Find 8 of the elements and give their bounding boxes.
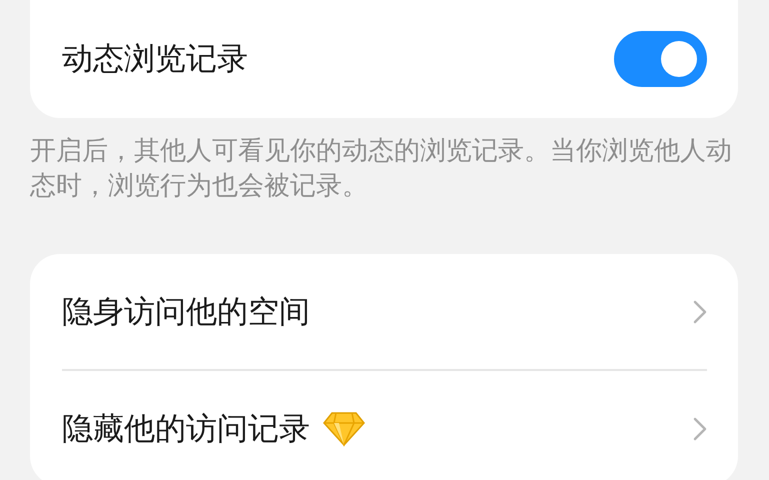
row-label: 隐藏他的访问记录 bbox=[62, 410, 310, 448]
chevron-right-icon bbox=[693, 300, 707, 324]
row-label: 隐身访问他的空间 bbox=[62, 292, 310, 332]
settings-row[interactable]: 隐藏他的访问记录 bbox=[62, 369, 707, 480]
description-text: 开启后，其他人可看见你的动态的浏览记录。当你浏览他人动态时，浏览行为也会被记录。 bbox=[30, 135, 733, 203]
setting-label: 动态浏览记录 bbox=[62, 40, 248, 79]
chevron-right-icon bbox=[693, 416, 707, 440]
settings-row[interactable]: 隐身访问他的空间 bbox=[62, 254, 707, 369]
